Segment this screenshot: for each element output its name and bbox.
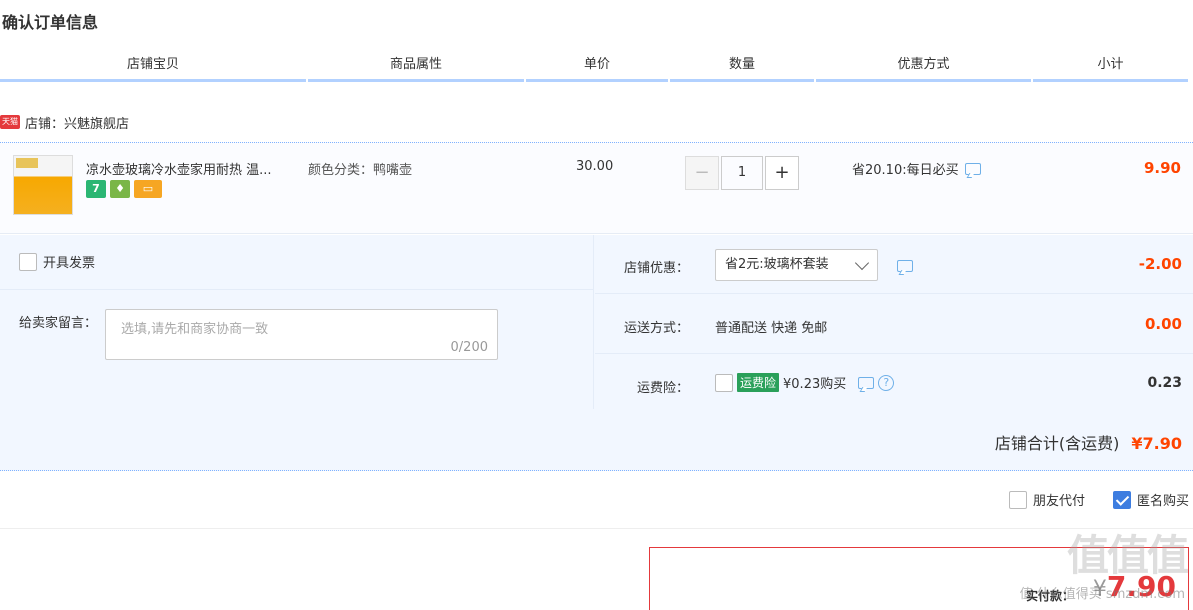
insurance-label: 运费险： — [636, 381, 689, 396]
shop-total: 店铺合计(含运费) ¥7.90 — [995, 430, 1182, 454]
item-unit-price: 30.00 — [576, 159, 614, 174]
item-title[interactable]: 凉水壶玻璃冷水壶家用耐热 温... — [86, 159, 296, 178]
chat-icon[interactable] — [897, 260, 913, 272]
seller-message-input[interactable]: 选填,请先和商家协商一致 0/200 — [105, 309, 498, 360]
message-placeholder: 选填,请先和商家协商一致 — [121, 322, 269, 337]
item-service-icons: 7 ♦ ▭ — [86, 180, 162, 198]
shop-total-amount: ¥7.90 — [1131, 434, 1182, 453]
item-row: 凉水壶玻璃冷水壶家用耐热 温... 7 ♦ ▭ 颜色分类：鸭嘴壶 30.00 −… — [0, 142, 1193, 234]
invoice-option[interactable]: 开具发票 — [19, 252, 95, 271]
shipping-value: 0.00 — [1144, 315, 1182, 333]
shop-discount-row: 店铺优惠： 省2元:玻璃杯套装 -2.00 — [595, 235, 1193, 294]
item-thumbnail[interactable] — [13, 155, 73, 215]
invoice-label: 开具发票 — [43, 256, 96, 271]
tmall-icon: 天猫 — [0, 115, 20, 129]
shop-total-label: 店铺合计(含运费) — [994, 434, 1120, 453]
quantity-minus-button[interactable]: − — [685, 156, 719, 190]
quantity-plus-button[interactable]: + — [765, 156, 799, 190]
shipping-label: 运送方式： — [623, 321, 689, 336]
shop-discount-value: -2.00 — [1138, 255, 1182, 273]
column-header-promo: 优惠方式 — [816, 52, 1031, 82]
message-char-count: 0/200 — [450, 340, 488, 355]
column-header-item: 店铺宝贝 — [0, 52, 306, 82]
extras-left: 开具发票 给卖家留言： 选填,请先和商家协商一致 0/200 — [0, 235, 594, 409]
invoice-checkbox[interactable] — [19, 252, 37, 271]
shop-discount-select[interactable]: 省2元:玻璃杯套装 — [715, 249, 878, 281]
friend-pay-checkbox[interactable] — [1008, 490, 1027, 509]
item-promo: 省20.10:每日必买 — [852, 159, 981, 178]
chat-icon[interactable] — [858, 376, 875, 389]
quantity-stepper: − 1 + — [685, 156, 799, 190]
column-header-quantity: 数量 — [670, 52, 814, 82]
shop-discount-label: 店铺优惠： — [623, 261, 689, 276]
shipping-row: 运送方式： 普通配送 快递 免邮 0.00 — [595, 295, 1193, 354]
shop-row: 天猫 店铺：兴魅旗舰店 — [0, 110, 129, 134]
page-title: 确认订单信息 — [2, 13, 99, 32]
watermark-site: 值 什么值得买 smzdm.com — [1019, 587, 1185, 602]
insurance-value: 0.23 — [1147, 375, 1182, 391]
chevron-down-icon — [854, 255, 870, 271]
pay-options: 朋友代付 匿名购买 — [1008, 490, 1189, 509]
order-extras-panel: 开具发票 给卖家留言： 选填,请先和商家协商一致 0/200 店铺优惠： 省2元… — [0, 235, 1193, 471]
seven-day-return-icon[interactable]: 7 — [86, 180, 106, 198]
insurance-checkbox[interactable] — [715, 373, 733, 392]
friend-pay-label: 朋友代付 — [1032, 494, 1085, 509]
gift-icon[interactable]: ♦ — [110, 180, 130, 198]
column-header-attribute: 商品属性 — [308, 52, 524, 82]
column-header-subtotal: 小计 — [1033, 52, 1188, 82]
watermark-logo: 值值值 — [1066, 531, 1189, 580]
insurance-row: 运费险： 运费险 ¥0.23购买 ? 0.23 — [595, 355, 1193, 410]
insurance-badge: 运费险 — [737, 373, 780, 392]
item-attribute: 颜色分类：鸭嘴壶 — [308, 163, 413, 178]
insurance-price: ¥0.23购买 — [783, 377, 847, 392]
help-icon[interactable]: ? — [878, 374, 895, 391]
friend-pay-option[interactable]: 朋友代付 — [1008, 490, 1085, 509]
anonymous-checkbox[interactable] — [1112, 490, 1131, 509]
item-subtotal: 9.90 — [1143, 159, 1181, 177]
promo-text: 省20.10:每日必买 — [852, 163, 959, 178]
card-icon[interactable]: ▭ — [134, 180, 162, 198]
message-label: 给卖家留言： — [19, 316, 98, 331]
table-header: 店铺宝贝 商品属性 单价 数量 优惠方式 小计 — [0, 52, 1193, 82]
divider — [0, 528, 1193, 529]
quantity-input[interactable]: 1 — [721, 156, 763, 190]
anonymous-label: 匿名购买 — [1136, 494, 1189, 509]
anonymous-option[interactable]: 匿名购买 — [1112, 490, 1189, 509]
shop-name[interactable]: 店铺：兴魅旗舰店 — [25, 113, 129, 132]
shipping-method: 普通配送 快递 免邮 — [715, 321, 828, 336]
chat-icon[interactable] — [964, 162, 981, 175]
divider — [0, 289, 594, 290]
thumbnail-tag-icon — [16, 158, 38, 168]
insurance-option[interactable]: 运费险 ¥0.23购买 ? — [715, 373, 895, 392]
shop-discount-selected: 省2元:玻璃杯套装 — [725, 257, 829, 272]
column-header-price: 单价 — [526, 52, 668, 82]
